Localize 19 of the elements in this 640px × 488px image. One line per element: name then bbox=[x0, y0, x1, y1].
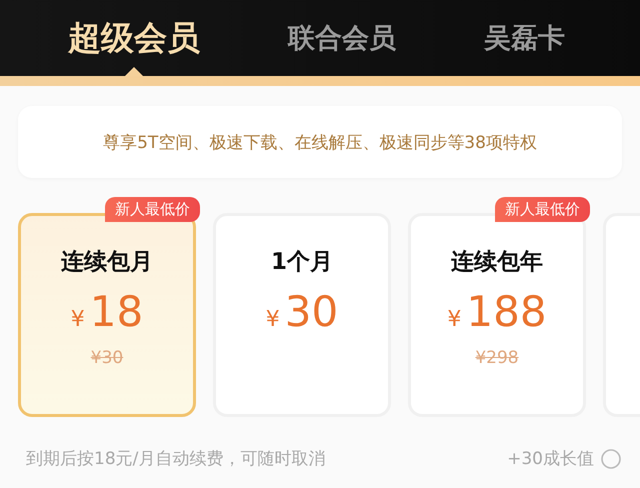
currency-symbol: ¥ bbox=[447, 307, 462, 332]
growth-bonus: +30成长值 bbox=[507, 448, 594, 470]
plan-card[interactable]: 1个月 ¥30 bbox=[213, 213, 391, 417]
discount-badge: 新人最低价 bbox=[105, 197, 200, 222]
original-price: ¥298 bbox=[475, 348, 519, 368]
plan-price: 18 bbox=[90, 287, 144, 336]
tab[interactable]: 联合会员 bbox=[288, 0, 396, 76]
renewal-note: 到期后按18元/月自动续费，可随时取消 bbox=[26, 448, 326, 470]
discount-badge: 新人最低价 bbox=[495, 197, 590, 222]
plan-price: 30 bbox=[284, 287, 338, 336]
currency-symbol: ¥ bbox=[70, 307, 85, 332]
plan-name: 连续包年 bbox=[451, 248, 543, 277]
currency-symbol: ¥ bbox=[266, 307, 280, 332]
original-price: ¥30 bbox=[90, 348, 124, 368]
benefits-banner: 尊享5T空间、极速下载、在线解压、极速同步等38项特权 bbox=[18, 106, 622, 178]
plan-name: 连续包月 bbox=[61, 248, 153, 277]
plan-price: 188 bbox=[466, 287, 547, 336]
plan-name: 1个月 bbox=[270, 248, 333, 277]
tab[interactable]: 吴磊卡 bbox=[484, 0, 565, 76]
